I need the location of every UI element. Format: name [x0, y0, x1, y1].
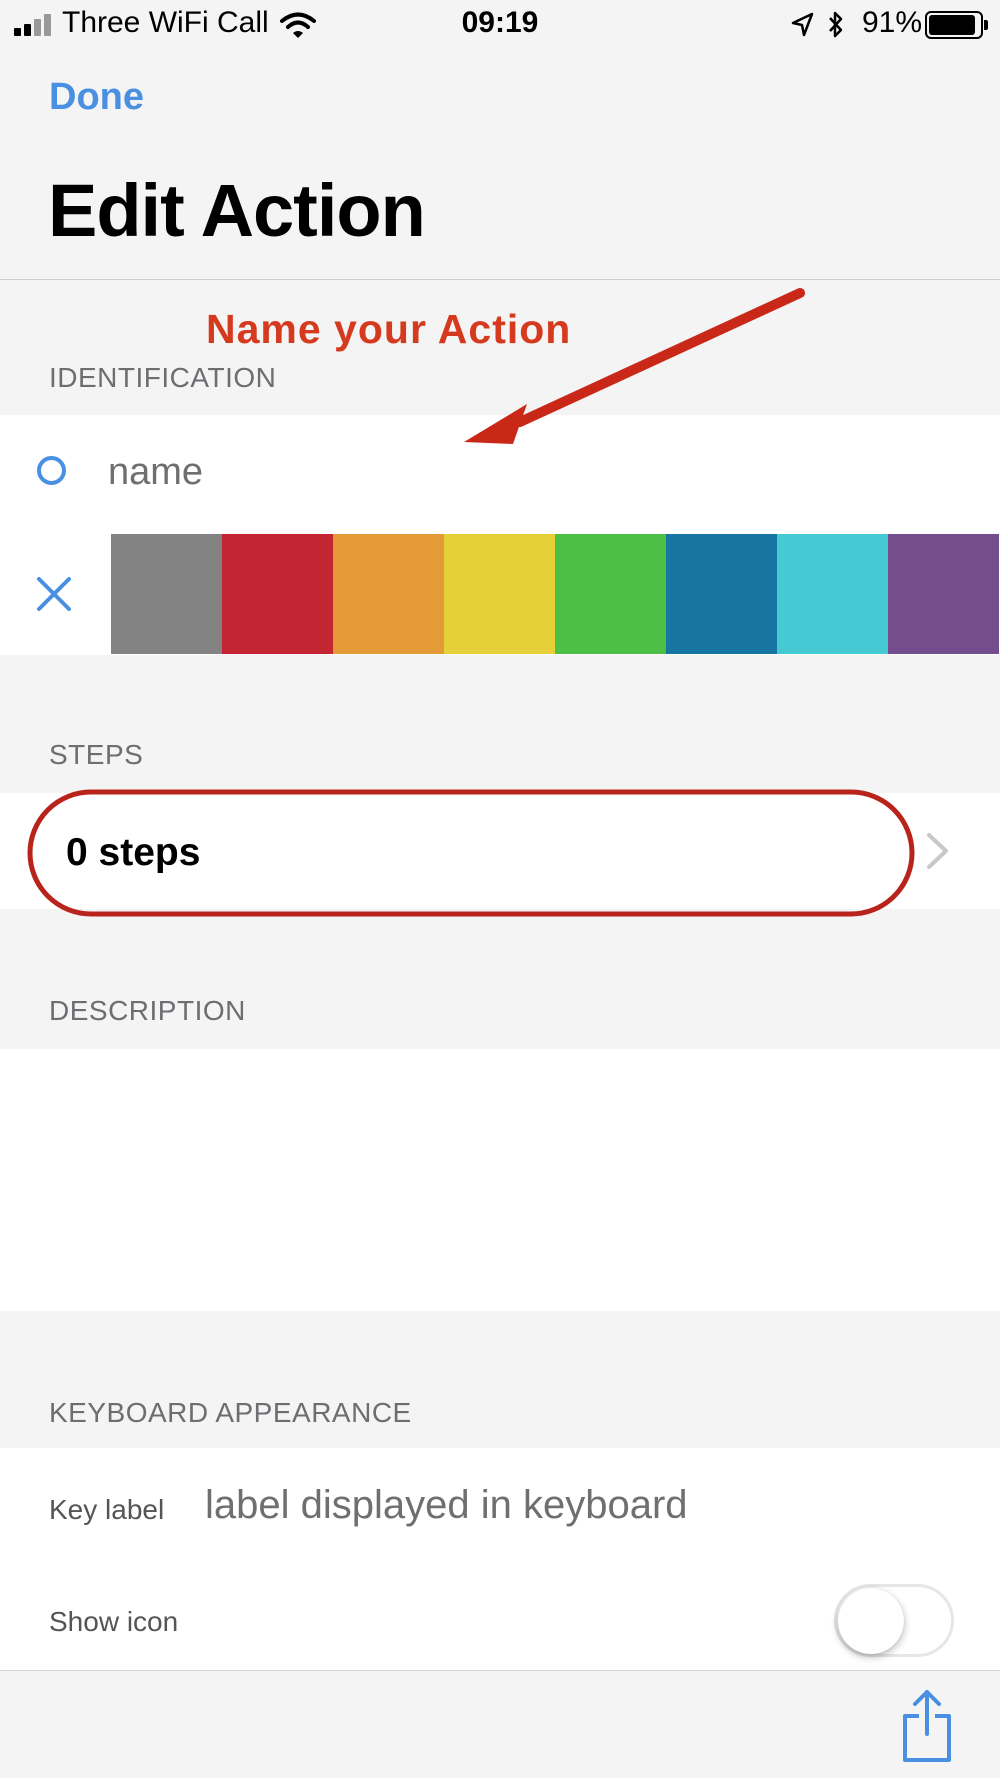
color-swatch-1[interactable]: [111, 534, 222, 654]
color-swatch-8[interactable]: [888, 534, 999, 654]
description-header: DESCRIPTION: [49, 995, 246, 1026]
location-arrow-icon: [791, 12, 814, 37]
color-swatch-6[interactable]: [666, 534, 777, 654]
key-label-input[interactable]: [205, 1480, 965, 1530]
color-picker: [111, 534, 1000, 654]
toolbar-divider: [0, 1670, 1000, 1671]
key-label-label: Key label: [49, 1494, 165, 1525]
battery-percent: 91%: [862, 6, 923, 39]
color-swatch-4[interactable]: [444, 534, 555, 654]
steps-header: STEPS: [49, 739, 144, 770]
steps-label: 0 steps: [66, 831, 201, 874]
chevron-right-icon: [927, 833, 948, 869]
share-icon[interactable]: [899, 1688, 955, 1764]
color-swatch-3[interactable]: [333, 534, 444, 654]
identification-header: IDENTIFICATION: [49, 362, 277, 393]
status-clock: 09:19: [461, 6, 539, 39]
color-indicator-icon: [37, 456, 66, 485]
close-icon[interactable]: [32, 572, 76, 616]
description-textarea[interactable]: [0, 1049, 1000, 1311]
color-swatch-7[interactable]: [777, 534, 888, 654]
annotation-label: Name your Action: [206, 306, 572, 352]
show-icon-label: Show icon: [49, 1606, 179, 1637]
done-button[interactable]: Done: [49, 76, 144, 119]
name-input[interactable]: [108, 449, 808, 495]
toggle-knob: [838, 1588, 904, 1654]
header-divider: [0, 279, 1000, 280]
bluetooth-icon: [829, 11, 843, 38]
color-swatch-2[interactable]: [222, 534, 333, 654]
color-swatch-5[interactable]: [555, 534, 666, 654]
show-icon-toggle[interactable]: [834, 1584, 954, 1657]
keyboard-appearance-header: KEYBOARD APPEARANCE: [49, 1397, 412, 1428]
battery-icon: [925, 11, 989, 39]
page-title: Edit Action: [48, 169, 426, 252]
